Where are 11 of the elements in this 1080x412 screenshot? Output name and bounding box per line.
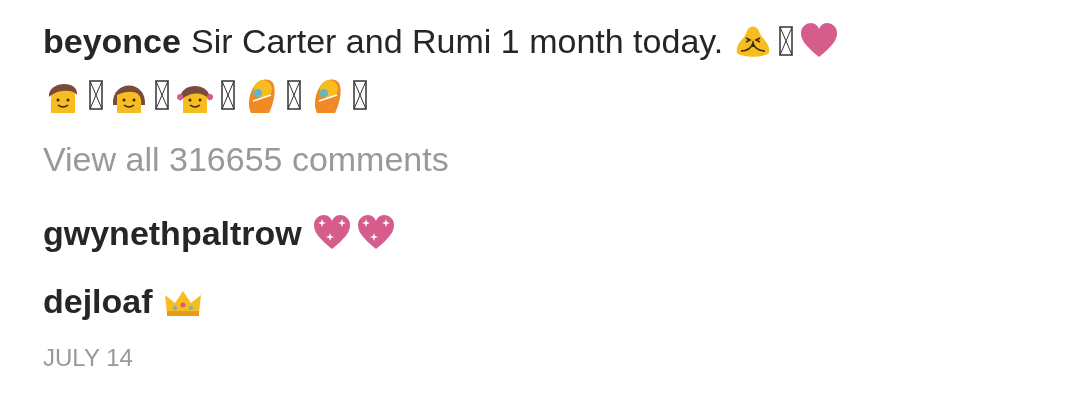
missing-glyph-icon [779, 26, 794, 56]
missing-glyph-icon [353, 80, 367, 110]
username[interactable]: beyonce [43, 21, 181, 61]
post-date: JULY 14 [43, 344, 134, 372]
missing-glyph-icon [221, 80, 235, 110]
caption-text: Sir Carter and Rumi 1 month today. [190, 21, 724, 61]
username[interactable]: dejloaf [43, 281, 153, 321]
missing-glyph-icon [287, 80, 301, 110]
missing-glyph-icon [155, 80, 169, 110]
missing-glyph-icon [89, 80, 103, 110]
username[interactable]: gwynethpaltrow [43, 213, 302, 253]
